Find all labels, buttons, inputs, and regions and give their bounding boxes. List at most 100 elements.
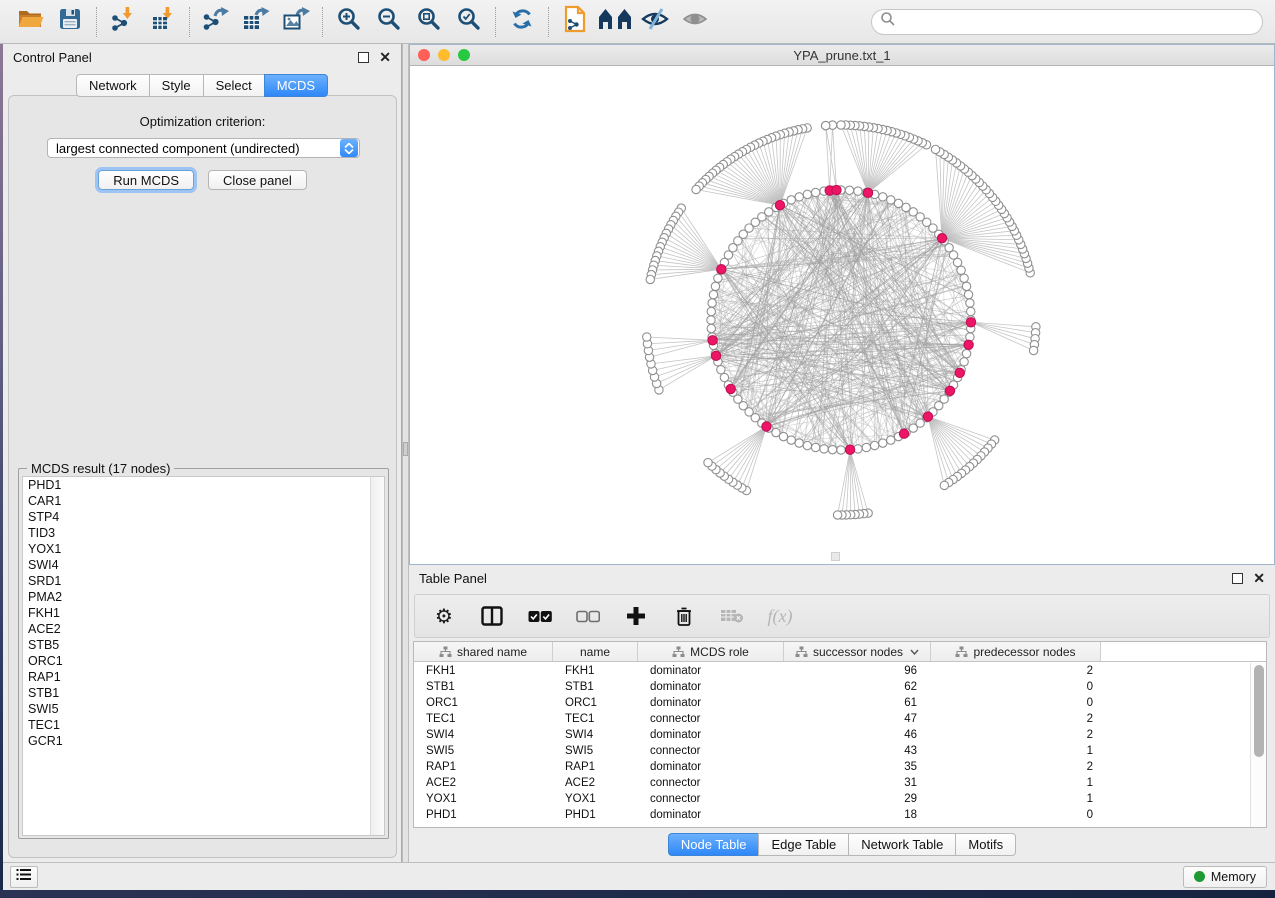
network-node[interactable] (966, 299, 974, 307)
splitter-grip[interactable] (403, 442, 408, 456)
column-header-name[interactable]: name (553, 642, 638, 661)
network-satellite-node[interactable] (833, 511, 841, 519)
close-table-panel-icon[interactable]: ✕ (1253, 573, 1265, 584)
mcds-result-item[interactable]: RAP1 (23, 669, 384, 685)
cell-shared_name[interactable]: RAP1 (414, 759, 553, 775)
select-all-checkboxes-icon[interactable] (527, 601, 553, 631)
network-node[interactable] (854, 187, 862, 195)
cell-mcds_role[interactable]: connector (638, 775, 784, 791)
export-table-button[interactable] (236, 4, 276, 40)
hide-selected-button[interactable] (635, 4, 675, 40)
mcds-node[interactable] (717, 265, 726, 274)
network-node[interactable] (709, 290, 717, 298)
cell-mcds_role[interactable]: dominator (638, 807, 784, 823)
network-node[interactable] (828, 446, 836, 454)
network-node[interactable] (711, 282, 719, 290)
close-panel-icon[interactable]: ✕ (379, 52, 391, 63)
zoom-out-button[interactable] (369, 4, 409, 40)
network-satellite-node[interactable] (940, 481, 948, 489)
column-header-successor-nodes[interactable]: successor nodes (784, 642, 931, 661)
mcds-node[interactable] (762, 422, 771, 431)
cell-successor_nodes[interactable]: 35 (784, 759, 931, 775)
mcds-node[interactable] (832, 185, 841, 194)
column-header-predecessor-nodes[interactable]: predecessor nodes (931, 642, 1101, 661)
import-network-button[interactable] (103, 4, 143, 40)
panel-splitter[interactable] (402, 44, 409, 862)
network-node[interactable] (779, 432, 787, 440)
cell-name[interactable]: ORC1 (553, 695, 638, 711)
mcds-result-item[interactable]: PHD1 (23, 477, 384, 493)
network-satellite-node[interactable] (646, 275, 654, 283)
refresh-layout-button[interactable] (502, 4, 542, 40)
network-node[interactable] (811, 443, 819, 451)
search-field[interactable] (871, 9, 1263, 35)
network-node[interactable] (787, 436, 795, 444)
network-node[interactable] (803, 190, 811, 198)
cell-predecessor_nodes[interactable]: 2 (931, 711, 1101, 727)
cell-mcds_role[interactable]: dominator (638, 759, 784, 775)
network-node[interactable] (962, 282, 970, 290)
network-node[interactable] (837, 446, 845, 454)
network-node[interactable] (894, 199, 902, 207)
open-file-button[interactable] (10, 4, 50, 40)
table-tab-motifs[interactable]: Motifs (955, 833, 1016, 856)
network-node[interactable] (879, 193, 887, 201)
mcds-result-item[interactable]: SWI4 (23, 557, 384, 573)
mcds-node[interactable] (726, 384, 735, 393)
cell-name[interactable]: STB1 (553, 679, 638, 695)
cell-shared_name[interactable]: ORC1 (414, 695, 553, 711)
show-all-button[interactable] (675, 4, 715, 40)
close-panel-button[interactable]: Close panel (208, 170, 307, 190)
status-menu-button[interactable] (10, 866, 38, 888)
cell-shared_name[interactable]: FKH1 (414, 663, 553, 679)
network-node[interactable] (707, 324, 715, 332)
export-network-button[interactable] (196, 4, 236, 40)
mcds-result-item[interactable]: YOX1 (23, 541, 384, 557)
mcds-result-item[interactable]: ORC1 (23, 653, 384, 669)
cell-shared_name[interactable]: PHD1 (414, 807, 553, 823)
cell-predecessor_nodes[interactable]: 1 (931, 743, 1101, 759)
cell-predecessor_nodes[interactable]: 1 (931, 791, 1101, 807)
cell-predecessor_nodes[interactable]: 2 (931, 759, 1101, 775)
network-node[interactable] (708, 299, 716, 307)
network-node[interactable] (707, 307, 715, 315)
mcds-result-item[interactable]: STP4 (23, 509, 384, 525)
network-canvas[interactable] (410, 66, 1274, 564)
network-node[interactable] (957, 266, 965, 274)
cell-predecessor_nodes[interactable]: 2 (931, 727, 1101, 743)
cell-successor_nodes[interactable]: 31 (784, 775, 931, 791)
add-column-icon[interactable] (623, 601, 649, 631)
network-node[interactable] (845, 186, 853, 194)
cell-shared_name[interactable]: ACE2 (414, 775, 553, 791)
mcds-result-item[interactable]: SRD1 (23, 573, 384, 589)
cell-name[interactable]: PHD1 (553, 807, 638, 823)
deselect-all-checkboxes-icon[interactable] (575, 601, 601, 631)
column-header-MCDS-role[interactable]: MCDS role (638, 642, 784, 661)
mcds-result-item[interactable]: STB5 (23, 637, 384, 653)
network-node[interactable] (803, 441, 811, 449)
network-node[interactable] (811, 188, 819, 196)
table-row-RAP1[interactable]: RAP1RAP1dominator352 (414, 759, 1249, 775)
network-node[interactable] (887, 196, 895, 204)
cell-successor_nodes[interactable]: 46 (784, 727, 931, 743)
table-row-SWI5[interactable]: SWI5SWI5connector431 (414, 743, 1249, 759)
network-node[interactable] (870, 441, 878, 449)
cell-name[interactable]: SWI4 (553, 727, 638, 743)
table-row-FKH1[interactable]: FKH1FKH1dominator962 (414, 663, 1249, 679)
network-node[interactable] (795, 193, 803, 201)
cell-shared_name[interactable]: STB1 (414, 679, 553, 695)
network-window-titlebar[interactable]: YPA_prune.txt_1 (410, 45, 1274, 66)
network-node[interactable] (707, 316, 715, 324)
cell-shared_name[interactable]: SWI5 (414, 743, 553, 759)
float-table-panel-button[interactable] (1232, 573, 1243, 584)
cell-predecessor_nodes[interactable]: 0 (931, 695, 1101, 711)
cell-shared_name[interactable]: YOX1 (414, 791, 553, 807)
table-row-PHD1[interactable]: PHD1PHD1dominator180 (414, 807, 1249, 823)
mcds-node[interactable] (863, 188, 872, 197)
cell-successor_nodes[interactable]: 18 (784, 807, 931, 823)
mcds-node[interactable] (964, 340, 973, 349)
network-node[interactable] (960, 274, 968, 282)
cell-successor_nodes[interactable]: 29 (784, 791, 931, 807)
table-tab-network-table[interactable]: Network Table (848, 833, 955, 856)
mcds-result-item[interactable]: STB1 (23, 685, 384, 701)
